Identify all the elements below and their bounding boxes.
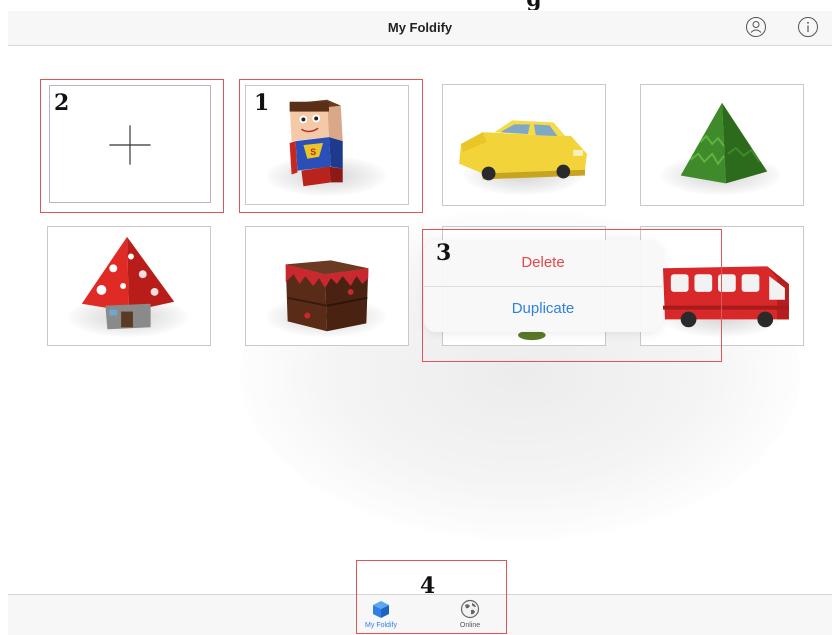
info-icon[interactable] <box>797 16 819 38</box>
model-tile-tree[interactable] <box>640 84 804 206</box>
navigation-bar: My Foldify <box>8 11 832 46</box>
yellow-car-icon <box>459 120 587 181</box>
callout-label-1: 1 <box>254 90 270 116</box>
red-mushroom-house-icon <box>81 236 175 330</box>
green-pyramid-tree-icon <box>680 102 768 184</box>
model-tile-mushroom[interactable] <box>47 226 211 346</box>
callout-label-2: 2 <box>54 90 70 116</box>
callout-label-3: 3 <box>436 240 452 266</box>
model-tile-cake[interactable] <box>245 226 409 346</box>
model-tile-car[interactable] <box>442 84 606 206</box>
chocolate-cake-cube-icon <box>285 260 369 332</box>
page-title: My Foldify <box>387 20 453 35</box>
account-icon[interactable] <box>745 16 767 38</box>
callout-box-3 <box>422 229 722 362</box>
callout-label-4: 4 <box>420 573 436 599</box>
cropped-heading-fragment: g <box>0 0 832 10</box>
